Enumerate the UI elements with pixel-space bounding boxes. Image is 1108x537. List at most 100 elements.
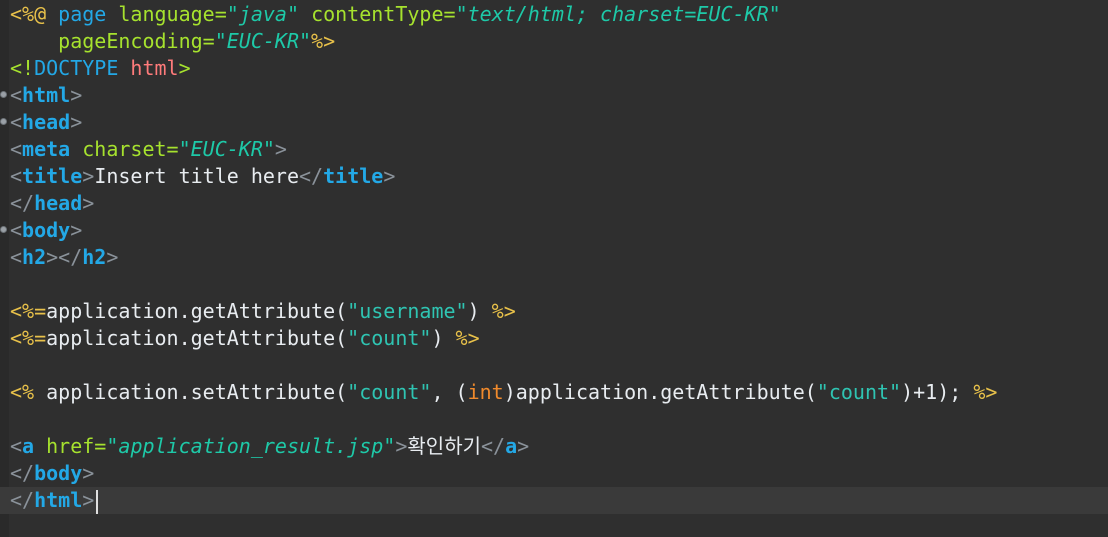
code-token: "java": [226, 2, 300, 26]
code-token: <: [10, 83, 23, 107]
code-token: <: [10, 434, 23, 458]
code-line[interactable]: [10, 406, 1108, 433]
code-token: <%: [10, 380, 35, 404]
fold-toggle-icon[interactable]: [0, 226, 7, 233]
code-line[interactable]: <head>: [0, 109, 1108, 136]
code-token: "EUC-KR": [214, 29, 312, 53]
code-token: h2: [22, 245, 47, 269]
code-line[interactable]: </html>: [0, 487, 1108, 514]
code-token: contentType=: [311, 2, 456, 26]
code-token: h2: [82, 245, 107, 269]
code-token: <!: [10, 56, 35, 80]
code-token: </: [481, 434, 506, 458]
code-token: ></: [46, 245, 83, 269]
code-token: >: [395, 434, 408, 458]
editor-gutter: [0, 0, 9, 537]
code-token: )application.getAttribute(: [503, 380, 817, 404]
code-line[interactable]: pageEncoding="EUC-KR"%>: [10, 28, 1108, 55]
code-token: >: [70, 218, 83, 242]
code-token: meta: [22, 137, 71, 161]
code-token: title: [22, 164, 83, 188]
code-token: "text/html; charset=EUC-KR": [455, 2, 781, 26]
code-token: >: [106, 245, 119, 269]
code-line[interactable]: <h2></h2>: [10, 244, 1108, 271]
code-token: head: [34, 191, 83, 215]
code-token: "count": [816, 380, 902, 404]
code-token: DOCTYPE: [34, 56, 119, 80]
code-token: page: [58, 2, 119, 26]
code-line[interactable]: <%=application.getAttribute("count") %>: [10, 325, 1108, 352]
code-token: >: [82, 461, 95, 485]
code-token: >: [517, 434, 530, 458]
code-token: "application_result.jsp": [106, 434, 396, 458]
code-token: application.setAttribute(: [34, 380, 348, 404]
code-token: ): [467, 299, 492, 323]
code-editor[interactable]: <%@ page language="java" contentType="te…: [0, 0, 1108, 537]
code-token: body: [34, 461, 83, 485]
code-lines[interactable]: <%@ page language="java" contentType="te…: [0, 1, 1108, 514]
code-token: pageEncoding=: [58, 29, 215, 53]
fold-toggle-icon[interactable]: [0, 91, 7, 98]
code-token: </: [10, 461, 35, 485]
code-token: <: [10, 137, 23, 161]
code-token: %>: [973, 380, 998, 404]
code-token: <: [10, 110, 23, 134]
code-line[interactable]: <body>: [0, 217, 1108, 244]
code-line[interactable]: <title>Insert title here</title>: [10, 163, 1108, 190]
text-cursor: [96, 489, 99, 514]
code-token: application.getAttribute(: [46, 299, 348, 323]
code-token: >: [82, 164, 95, 188]
code-line[interactable]: <a href="application_result.jsp">확인하기</a…: [10, 433, 1108, 460]
code-token: %>: [455, 326, 480, 350]
code-line[interactable]: <%@ page language="java" contentType="te…: [10, 1, 1108, 28]
code-token: href=: [46, 434, 107, 458]
code-token: int: [467, 380, 504, 404]
code-line[interactable]: <meta charset="EUC-KR">: [10, 136, 1108, 163]
code-token: application.getAttribute(: [46, 326, 348, 350]
code-token: <%=: [10, 326, 47, 350]
code-token: >: [70, 83, 83, 107]
code-token: <: [10, 218, 23, 242]
code-line[interactable]: </body>: [10, 460, 1108, 487]
code-token: %>: [311, 29, 336, 53]
code-line[interactable]: <html>: [0, 82, 1108, 109]
code-token: body: [22, 218, 71, 242]
code-token: Insert title here: [94, 164, 300, 188]
code-token: <%@: [10, 2, 59, 26]
code-token: >: [274, 137, 287, 161]
code-token: "username": [347, 299, 468, 323]
code-token: charset=: [82, 137, 179, 161]
code-token: html: [34, 488, 83, 512]
code-token: >: [178, 56, 191, 80]
code-token: )+1);: [901, 380, 974, 404]
code-line[interactable]: <!DOCTYPE html>: [10, 55, 1108, 82]
code-token: ): [431, 326, 456, 350]
code-line[interactable]: <% application.setAttribute("count", (in…: [10, 379, 1108, 406]
code-token: a: [22, 434, 35, 458]
code-token: "EUC-KR": [178, 137, 275, 161]
code-token: title: [323, 164, 384, 188]
code-line[interactable]: <%=application.getAttribute("username") …: [10, 298, 1108, 325]
code-token: >: [82, 191, 95, 215]
code-token: </: [299, 164, 324, 188]
code-token: html: [118, 56, 179, 80]
code-line[interactable]: [10, 271, 1108, 298]
code-line[interactable]: </head>: [10, 190, 1108, 217]
code-token: </: [10, 191, 35, 215]
code-token: >: [70, 110, 83, 134]
code-token: 확인하기: [407, 434, 481, 458]
code-token: a: [505, 434, 518, 458]
code-token: >: [82, 488, 95, 512]
code-token: , (: [431, 380, 468, 404]
code-token: html: [22, 83, 71, 107]
code-token: language=: [118, 2, 227, 26]
code-token: <%=: [10, 299, 47, 323]
code-line[interactable]: [10, 352, 1108, 379]
code-token: "count": [347, 326, 432, 350]
code-token: "count": [347, 380, 432, 404]
fold-toggle-icon[interactable]: [0, 118, 7, 125]
